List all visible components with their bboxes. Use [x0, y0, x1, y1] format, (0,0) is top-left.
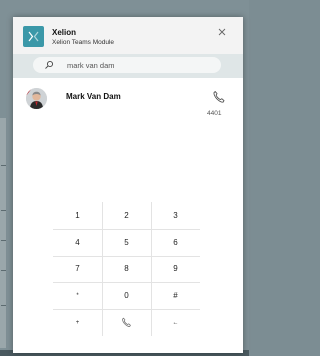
key-1[interactable]: 1: [53, 202, 102, 229]
contact-extension: 4401: [207, 110, 222, 117]
key-9[interactable]: 9: [151, 256, 200, 283]
key-0[interactable]: 0: [102, 282, 151, 309]
xelion-logo-icon: [23, 26, 44, 47]
key-4[interactable]: 4: [53, 229, 102, 256]
phone-icon[interactable]: [212, 90, 226, 104]
key-5[interactable]: 5: [102, 229, 151, 256]
app-subtitle: Xelion Teams Module: [52, 39, 115, 46]
background-panel-edge: [0, 118, 6, 348]
phone-icon: [122, 317, 131, 328]
background-fragment: [1, 240, 6, 241]
dial-keypad: 1 2 3 4 5 6 7 8 9 * 0 # + ←: [53, 202, 200, 336]
key-plus[interactable]: +: [53, 309, 102, 336]
key-2[interactable]: 2: [102, 202, 151, 229]
dialer-modal: Xelion Xelion Teams Module mark van dam …: [13, 17, 243, 353]
avatar: [26, 88, 47, 109]
key-star[interactable]: *: [53, 282, 102, 309]
contact-result-row[interactable]: Mark Van Dam 4401: [13, 80, 243, 118]
contact-name: Mark Van Dam: [66, 92, 121, 101]
background-fragment: [1, 210, 6, 211]
app-name: Xelion: [52, 28, 77, 37]
search-bar: [13, 54, 243, 78]
search-input[interactable]: [67, 58, 217, 72]
key-7[interactable]: 7: [53, 256, 102, 283]
key-6[interactable]: 6: [151, 229, 200, 256]
background-fragment: [1, 270, 6, 271]
key-3[interactable]: 3: [151, 202, 200, 229]
backspace-button[interactable]: ←: [151, 309, 200, 336]
background-fragment: [1, 305, 6, 306]
key-8[interactable]: 8: [102, 256, 151, 283]
dial-call-button[interactable]: [102, 309, 151, 336]
search-field[interactable]: [33, 57, 221, 73]
background-fragment: [1, 165, 6, 166]
key-hash[interactable]: #: [151, 282, 200, 309]
close-icon[interactable]: [216, 25, 228, 37]
modal-header: Xelion Xelion Teams Module: [13, 17, 243, 54]
search-icon: [45, 60, 54, 69]
